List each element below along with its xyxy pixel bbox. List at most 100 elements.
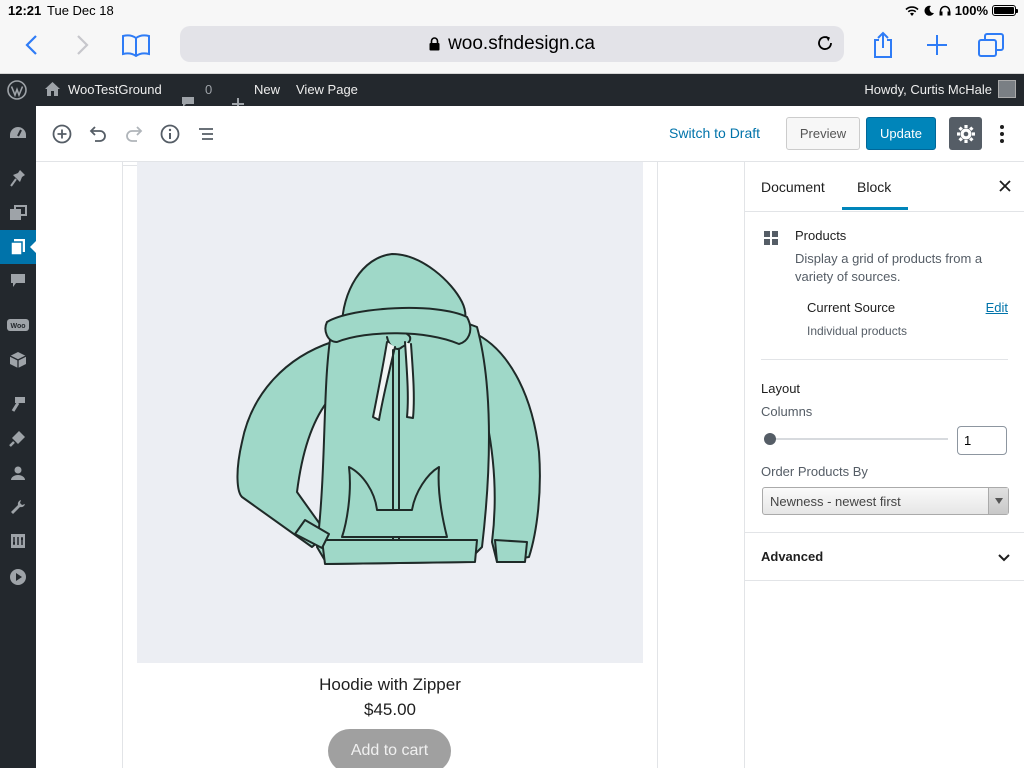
home-icon[interactable]: [44, 81, 61, 100]
menu-pages[interactable]: [0, 230, 36, 264]
battery-percent: 100%: [954, 3, 988, 18]
advanced-panel-toggle[interactable]: Advanced: [761, 549, 823, 564]
wordpress-logo-icon[interactable]: [7, 80, 27, 103]
tab-block[interactable]: Block: [857, 179, 891, 195]
divider: [761, 359, 1008, 360]
product-name[interactable]: Hoodie with Zipper: [137, 675, 643, 695]
editor-canvas: Hoodie with Zipper $45.00 Add to cart: [36, 162, 744, 768]
plug-icon: [9, 431, 25, 447]
redo-icon: [126, 126, 143, 142]
comments-icon: [11, 274, 25, 287]
site-name-link[interactable]: WooTestGround: [68, 82, 162, 97]
plus-circle-icon: [52, 124, 72, 144]
order-by-value: Newness - newest first: [770, 493, 901, 509]
switch-to-draft-button[interactable]: Switch to Draft: [669, 125, 760, 141]
share-button[interactable]: [868, 30, 898, 60]
preview-button[interactable]: Preview: [786, 117, 860, 150]
moon-icon: [924, 5, 934, 16]
chevron-right-icon: [77, 35, 89, 55]
redo-button[interactable]: [122, 122, 146, 146]
settings-icon: [11, 534, 25, 548]
share-icon: [874, 31, 892, 58]
sidebar-tabs: Document Block: [745, 162, 1024, 212]
block-title: Products: [795, 228, 847, 243]
tab-document[interactable]: Document: [761, 179, 825, 195]
menu-settings[interactable]: [0, 524, 36, 558]
menu-users[interactable]: [0, 456, 36, 490]
new-tab-button[interactable]: [922, 30, 952, 60]
avatar[interactable]: [998, 80, 1016, 98]
view-page-link[interactable]: View Page: [296, 82, 358, 97]
update-button[interactable]: Update: [866, 117, 936, 150]
status-right: 100%: [904, 3, 1018, 18]
menu-comments[interactable]: [0, 264, 36, 298]
wrench-icon: [11, 500, 25, 514]
layout-title[interactable]: Layout: [761, 381, 800, 396]
new-link[interactable]: New: [254, 82, 280, 97]
menu-media[interactable]: [0, 196, 36, 230]
product-price: $45.00: [364, 700, 416, 719]
order-by-select[interactable]: Newness - newest first: [762, 487, 1009, 515]
pin-icon: [10, 170, 25, 187]
back-button[interactable]: [16, 30, 46, 60]
wp-admin-bar: WooTestGround 0 New View Page Howdy, Cur…: [0, 74, 1024, 110]
pages-icon: [10, 239, 25, 256]
play-circle-icon: [10, 569, 26, 585]
lock-icon: [429, 37, 440, 51]
address-bar[interactable]: woo.sfndesign.ca: [180, 26, 844, 62]
bookmarks-button[interactable]: [120, 30, 152, 60]
settings-button[interactable]: [949, 117, 982, 150]
battery-icon: [992, 5, 1018, 16]
close-icon: [999, 180, 1011, 192]
forward-button[interactable]: [68, 30, 98, 60]
menu-plugins[interactable]: [0, 421, 36, 455]
menu-products[interactable]: [0, 343, 36, 377]
divider: [745, 580, 1024, 581]
media-icon: [10, 205, 27, 220]
editor-header: Switch to Draft Preview Update: [36, 106, 1024, 162]
settings-sidebar: Document Block Products Display a grid o…: [744, 162, 1024, 768]
add-block-button[interactable]: [50, 122, 74, 146]
menu-posts[interactable]: [0, 161, 36, 195]
close-sidebar-button[interactable]: [999, 179, 1011, 197]
comments-count[interactable]: 0: [205, 82, 212, 97]
product-image[interactable]: [137, 162, 643, 663]
brush-icon: [11, 397, 25, 412]
menu-tools[interactable]: [0, 490, 36, 524]
more-vertical-icon: [1000, 125, 1004, 143]
box-icon: [9, 352, 27, 368]
info-icon: [160, 124, 180, 144]
safari-toolbar: woo.sfndesign.ca: [0, 20, 1024, 74]
current-source-label: Current Source: [807, 300, 896, 315]
more-options-button[interactable]: [992, 121, 1012, 147]
undo-button[interactable]: [86, 122, 110, 146]
howdy-user-link[interactable]: Howdy, Curtis McHale: [864, 82, 992, 97]
info-button[interactable]: [158, 122, 182, 146]
status-date: Tue Dec 18: [47, 3, 114, 18]
columns-input[interactable]: [957, 426, 1007, 455]
add-to-cart-button[interactable]: Add to cart: [328, 729, 451, 768]
columns-slider-handle[interactable]: [764, 433, 776, 445]
block-navigation-button[interactable]: [194, 122, 218, 146]
reload-icon[interactable]: [816, 34, 834, 58]
order-by-label: Order Products By: [761, 464, 868, 479]
dashboard-icon: [10, 127, 26, 138]
status-time: 12:21: [8, 3, 42, 18]
svg-text:Woo: Woo: [10, 323, 25, 330]
menu-dashboard[interactable]: [0, 116, 36, 150]
menu-woocommerce[interactable]: Woo: [0, 309, 36, 343]
book-icon: [122, 34, 150, 57]
columns-slider-track[interactable]: [767, 438, 948, 440]
undo-icon: [89, 126, 106, 142]
chevron-down-icon[interactable]: [998, 549, 1010, 567]
edit-source-link[interactable]: Edit: [986, 300, 1008, 315]
hoodie-illustration: [236, 253, 541, 565]
menu-appearance[interactable]: [0, 387, 36, 421]
gear-icon: [956, 124, 975, 143]
ios-status-bar: 12:21 Tue Dec 18 100%: [0, 0, 1024, 20]
list-icon: [199, 128, 213, 140]
menu-collapse[interactable]: [0, 560, 36, 594]
chevron-left-icon: [25, 35, 37, 55]
tabs-button[interactable]: [976, 30, 1006, 60]
wifi-icon: [905, 5, 919, 16]
